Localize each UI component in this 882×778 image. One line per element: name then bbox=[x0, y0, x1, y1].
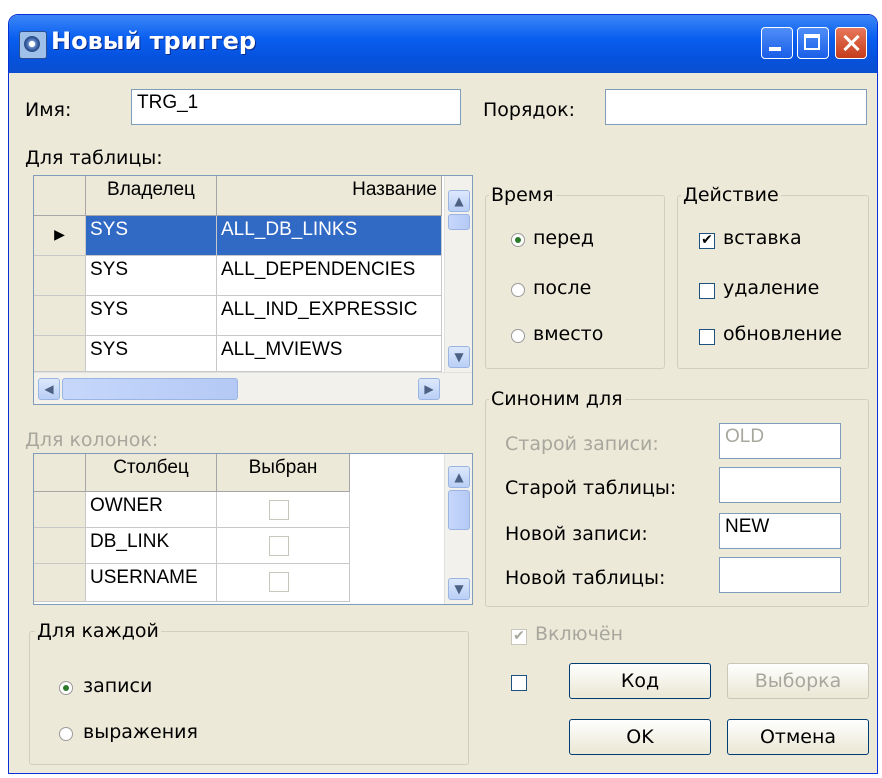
table-label: Для таблицы: bbox=[25, 147, 163, 169]
column-row-name[interactable]: OWNER bbox=[86, 492, 217, 528]
column-row-selected[interactable] bbox=[217, 564, 350, 602]
name-label: Имя: bbox=[25, 99, 72, 121]
close-button[interactable] bbox=[835, 27, 867, 59]
scroll-right-icon[interactable]: ▶ bbox=[418, 378, 440, 400]
synonym-title: Синоним для bbox=[489, 388, 625, 410]
new-table-label: Новой таблицы: bbox=[505, 567, 666, 589]
column-select-checkbox[interactable] bbox=[269, 536, 289, 556]
scroll-thumb[interactable] bbox=[62, 378, 238, 400]
scroll-up-icon[interactable]: ▲ bbox=[448, 190, 470, 212]
column-header-column[interactable]: Столбец bbox=[86, 454, 217, 492]
column-select-checkbox[interactable] bbox=[269, 572, 289, 592]
action-update-label[interactable]: обновление bbox=[723, 323, 842, 345]
timing-after-radio[interactable] bbox=[511, 283, 525, 297]
column-row-selected[interactable] bbox=[217, 492, 350, 528]
name-input[interactable]: TRG_1 bbox=[131, 89, 461, 125]
old-table-input[interactable] bbox=[719, 467, 841, 503]
window-title: Новый триггер bbox=[51, 27, 257, 55]
action-delete-checkbox[interactable] bbox=[699, 283, 715, 299]
scroll-down-icon[interactable]: ▼ bbox=[448, 578, 470, 600]
row-indicator bbox=[34, 528, 86, 564]
scroll-thumb[interactable] bbox=[448, 214, 470, 230]
grid-corner bbox=[34, 454, 86, 492]
column-header-selected[interactable]: Выбран bbox=[217, 454, 350, 492]
timing-instead-radio[interactable] bbox=[511, 329, 525, 343]
action-title: Действие bbox=[681, 184, 781, 206]
row-indicator bbox=[34, 256, 86, 296]
maximize-button[interactable] bbox=[797, 27, 829, 59]
timing-instead-label[interactable]: вместо bbox=[533, 323, 603, 345]
timing-title: Время bbox=[489, 184, 556, 206]
row-pointer-icon: ▶ bbox=[34, 216, 86, 256]
old-table-label: Старой таблицы: bbox=[505, 477, 677, 499]
order-input[interactable] bbox=[605, 89, 867, 125]
column-row-name[interactable]: USERNAME bbox=[86, 564, 217, 602]
old-record-label: Старой записи: bbox=[505, 433, 659, 455]
column-select-checkbox[interactable] bbox=[269, 500, 289, 520]
column-header-name[interactable]: Название bbox=[217, 176, 442, 216]
table-row-name[interactable]: ALL_DEPENDENCIES bbox=[217, 256, 442, 296]
table-row-owner[interactable]: SYS bbox=[86, 256, 217, 296]
new-record-label: Новой записи: bbox=[505, 523, 648, 545]
scroll-left-icon[interactable]: ◀ bbox=[38, 378, 60, 400]
scroll-up-icon[interactable]: ▲ bbox=[448, 466, 470, 488]
columns-vertical-scrollbar[interactable]: ▲ ▼ bbox=[444, 454, 472, 604]
for-each-row-radio[interactable] bbox=[59, 681, 73, 695]
order-label: Порядок: bbox=[483, 99, 576, 121]
for-each-group bbox=[29, 631, 469, 765]
columns-label: Для колонок: bbox=[25, 429, 159, 451]
for-each-statement-label[interactable]: выражения bbox=[83, 721, 198, 743]
enabled-label: Включён bbox=[535, 623, 623, 645]
table-vertical-scrollbar[interactable]: ▲ ▼ bbox=[444, 176, 472, 372]
grid-corner bbox=[34, 176, 86, 216]
code-button[interactable]: Код bbox=[569, 663, 711, 699]
dialog-window: Новый триггер Имя: TRG_1 Порядок: Для та… bbox=[8, 14, 878, 774]
row-indicator bbox=[34, 564, 86, 602]
select-button[interactable]: Выборка bbox=[727, 663, 869, 699]
action-insert-label[interactable]: вставка bbox=[723, 227, 802, 249]
row-indicator bbox=[34, 336, 86, 372]
columns-grid[interactable]: Столбец Выбран OWNER DB_LINK USERNAME ▲ … bbox=[33, 453, 473, 605]
table-row-owner[interactable]: SYS bbox=[86, 296, 217, 336]
timing-after-label[interactable]: после bbox=[533, 277, 591, 299]
table-row-owner[interactable]: SYS bbox=[86, 336, 217, 372]
table-row-owner[interactable]: SYS bbox=[86, 216, 217, 256]
app-icon bbox=[19, 31, 47, 59]
new-record-input[interactable]: NEW bbox=[719, 513, 841, 549]
for-each-statement-radio[interactable] bbox=[59, 727, 73, 741]
for-each-title: Для каждой bbox=[35, 620, 161, 642]
ok-button[interactable]: OK bbox=[569, 719, 711, 755]
enabled-checkbox[interactable]: ✔ bbox=[511, 629, 527, 645]
title-bar[interactable]: Новый триггер bbox=[9, 15, 877, 73]
timing-before-radio[interactable] bbox=[511, 233, 525, 247]
table-row-name[interactable]: ALL_IND_EXPRESSIC bbox=[217, 296, 442, 336]
minimize-button[interactable] bbox=[761, 27, 793, 59]
action-update-checkbox[interactable] bbox=[699, 329, 715, 345]
action-delete-label[interactable]: удаление bbox=[723, 277, 819, 299]
scroll-down-icon[interactable]: ▼ bbox=[448, 346, 470, 368]
table-row-name[interactable]: ALL_MVIEWS bbox=[217, 336, 442, 372]
action-insert-checkbox[interactable]: ✔ bbox=[699, 233, 715, 249]
timing-before-label[interactable]: перед bbox=[533, 227, 594, 249]
column-row-name[interactable]: DB_LINK bbox=[86, 528, 217, 564]
for-each-row-label[interactable]: записи bbox=[83, 675, 152, 697]
new-table-input[interactable] bbox=[719, 557, 841, 593]
column-row-selected[interactable] bbox=[217, 528, 350, 564]
scroll-thumb[interactable] bbox=[448, 490, 470, 530]
column-header-owner[interactable]: Владелец bbox=[86, 176, 217, 216]
row-indicator bbox=[34, 296, 86, 336]
table-row-name[interactable]: ALL_DB_LINKS bbox=[217, 216, 442, 256]
table-grid[interactable]: Владелец Название ▶ SYS ALL_DB_LINKS SYS… bbox=[33, 175, 473, 405]
row-indicator bbox=[34, 492, 86, 528]
table-horizontal-scrollbar[interactable]: ◀ ▶ bbox=[34, 372, 472, 404]
extra-checkbox[interactable] bbox=[511, 675, 527, 691]
old-record-input[interactable]: OLD bbox=[719, 423, 841, 459]
cancel-button[interactable]: Отмена bbox=[727, 719, 869, 755]
